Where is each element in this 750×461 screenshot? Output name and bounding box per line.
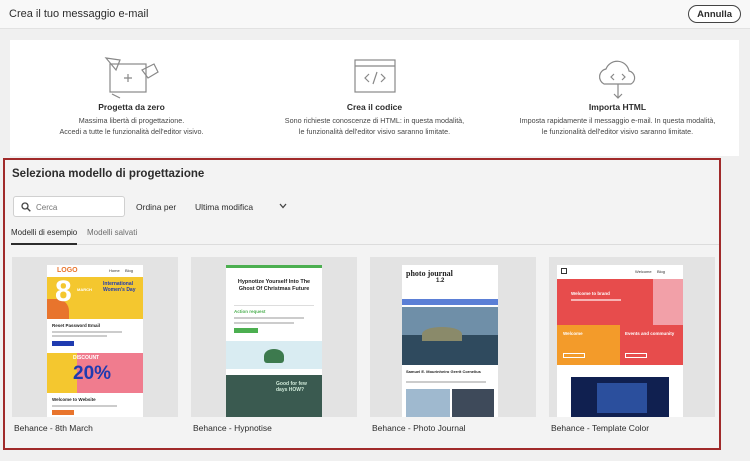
preview-headline: Hypnotize Yourself Into The Ghost Of Chr… <box>237 279 311 292</box>
preview-divider <box>234 305 314 306</box>
preview-text-line <box>52 335 107 337</box>
preview-logo <box>561 268 567 274</box>
template-thumbnail: Welcome Blog Welcome to brand Welcome Ev… <box>549 257 715 417</box>
email-preview: LOGO Home Blog 8 MARCH International Wom… <box>47 265 143 417</box>
preview-big-number: 8 <box>55 275 72 308</box>
option-description-line: Sono richieste conoscenze di HTML: in qu… <box>284 116 465 125</box>
option-description: Massima libertà di progettazione. Accedi… <box>10 115 253 137</box>
template-card[interactable]: LOGO Home Blog 8 MARCH International Wom… <box>12 257 178 437</box>
preview-text-line <box>52 331 122 333</box>
option-import-html[interactable]: Importa HTML Imposta rapidamente il mess… <box>496 40 739 156</box>
template-card[interactable]: photo journal 1.2 Samuel E. Mourinheiro … <box>370 257 536 437</box>
option-description-line: le funzionalità dell'editor visivo saran… <box>298 127 451 136</box>
page-title: Crea il tuo messaggio e-mail <box>9 8 149 20</box>
section-title: Seleziona modello di progettazione <box>12 168 205 180</box>
creation-options: Progetta da zero Massima libertà di prog… <box>10 40 739 156</box>
option-title: Crea il codice <box>346 102 403 112</box>
search-field[interactable] <box>13 196 125 217</box>
preview-button <box>625 353 647 358</box>
preview-button <box>563 353 585 358</box>
sort-label: Ordina per <box>136 202 177 212</box>
preview-accent <box>226 265 322 268</box>
preview-text-line <box>406 381 486 383</box>
preview-photo-small <box>452 389 494 417</box>
template-card[interactable]: Hypnotize Yourself Into The Ghost Of Chr… <box>191 257 357 437</box>
template-name: Behance - 8th March <box>14 423 93 433</box>
email-preview: Welcome Blog Welcome to brand Welcome Ev… <box>557 265 683 417</box>
preview-photo-island <box>422 327 462 341</box>
preview-plant <box>264 349 284 363</box>
sort-value: Ultima modifica <box>195 202 254 212</box>
preview-percent: 20% <box>73 363 112 384</box>
email-preview: photo journal 1.2 Samuel E. Mourinheiro … <box>402 265 498 417</box>
option-code[interactable]: Crea il codice Sono richieste conoscenze… <box>253 40 496 156</box>
preview-month: MARCH <box>77 287 92 292</box>
preview-nav: Home <box>109 268 120 273</box>
preview-title: photo journal <box>406 269 453 278</box>
preview-tile-title: Events and community <box>625 331 675 336</box>
preview-text-line <box>234 322 294 324</box>
preview-section-title: Action request <box>234 309 266 314</box>
template-selection-panel: Seleziona modello di progettazione Ordin… <box>3 158 721 450</box>
preview-button <box>234 328 258 333</box>
preview-section-title: Reset Password Email <box>52 323 101 328</box>
preview-button <box>52 410 74 415</box>
preview-nav: Welcome <box>635 269 652 274</box>
preview-button <box>52 341 74 346</box>
template-tabs: Modelli di esempio Modelli salvati <box>11 227 719 245</box>
option-description-line: Accedi a tutte le funzionalità dell'edit… <box>59 127 204 136</box>
template-thumbnail: Hypnotize Yourself Into The Ghost Of Chr… <box>191 257 357 417</box>
preview-text-line <box>234 317 304 319</box>
option-design-from-scratch[interactable]: Progetta da zero Massima libertà di prog… <box>10 40 253 156</box>
preview-logo: LOGO <box>57 267 78 274</box>
template-thumbnail: photo journal 1.2 Samuel E. Mourinheiro … <box>370 257 536 417</box>
template-name: Behance - Photo Journal <box>372 423 466 433</box>
preview-issue: 1.2 <box>436 278 445 284</box>
sort-dropdown[interactable]: Ultima modifica <box>191 197 291 217</box>
preview-nav-bar <box>402 299 498 305</box>
cancel-button[interactable]: Annulla <box>688 5 741 23</box>
tab-sample-templates[interactable]: Modelli di esempio <box>11 228 78 245</box>
tab-saved-templates[interactable]: Modelli salvati <box>87 228 137 245</box>
template-name: Behance - Hypnotise <box>193 423 272 433</box>
option-title: Progetta da zero <box>98 102 165 112</box>
search-icon <box>21 202 31 212</box>
preview-section-title: Welcome to Website <box>52 397 96 402</box>
option-description: Sono richieste conoscenze di HTML: in qu… <box>253 115 496 137</box>
preview-welcome: Welcome to brand <box>571 291 610 296</box>
template-card[interactable]: Welcome Blog Welcome to brand Welcome Ev… <box>549 257 715 437</box>
option-description-line: Imposta rapidamente il messaggio e-mail.… <box>519 116 716 125</box>
preview-nav: Blog <box>125 268 134 273</box>
preview-text-line <box>52 405 117 407</box>
option-description-line: Massima libertà di progettazione. <box>78 116 185 125</box>
preview-hero-accent <box>653 279 683 325</box>
preview-headline: International Women's Day <box>103 281 136 293</box>
search-input[interactable] <box>36 200 122 214</box>
option-description: Imposta rapidamente il messaggio e-mail.… <box>496 115 739 137</box>
option-title: Importa HTML <box>588 102 647 112</box>
email-preview: Hypnotize Yourself Into The Ghost Of Chr… <box>226 265 322 417</box>
preview-question: Good for few days HOW? <box>276 381 307 393</box>
top-bar: Crea il tuo messaggio e-mail Annulla <box>0 0 750 29</box>
preview-author: Samuel E. Mourinheiro Gerrit Cornelius <box>406 369 481 374</box>
design-from-scratch-icon <box>104 57 159 99</box>
preview-discount: DISCOUNT <box>73 355 100 361</box>
preview-photo-small <box>406 389 450 417</box>
code-icon <box>353 59 396 93</box>
preview-tile-title: Welcome <box>563 331 583 336</box>
template-thumbnail: LOGO Home Blog 8 MARCH International Wom… <box>12 257 178 417</box>
template-name: Behance - Template Color <box>551 423 650 433</box>
preview-nav: Blog <box>657 269 666 274</box>
chevron-down-icon <box>279 203 287 209</box>
preview-image-light <box>597 383 647 413</box>
cloud-import-icon <box>598 60 635 99</box>
option-description-line: le funzionalità dell'editor visivo saran… <box>541 127 694 136</box>
preview-text-line <box>571 299 621 301</box>
